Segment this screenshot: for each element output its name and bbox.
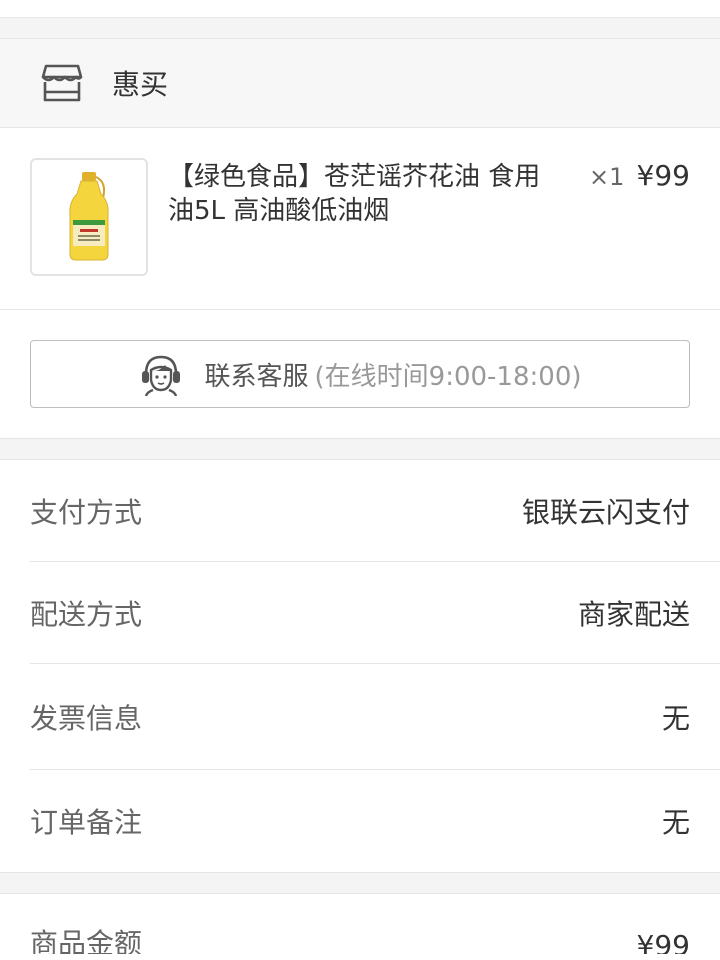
- product-item[interactable]: 【绿色食品】苍茫谣芥花油 食用油5L 高油酸低油烟 ×1 ¥99: [0, 128, 720, 310]
- delivery-method-label: 配送方式: [30, 598, 143, 631]
- customer-service-icon: [141, 355, 180, 396]
- invoice-info-row[interactable]: 发票信息 无: [0, 664, 720, 770]
- goods-amount-label: 商品金额: [30, 927, 143, 954]
- product-image[interactable]: [30, 158, 148, 276]
- payment-method-value: 银联云闪支付: [521, 496, 690, 529]
- order-note-label: 订单备注: [30, 806, 143, 839]
- delivery-method-row[interactable]: 配送方式 商家配送: [0, 562, 720, 664]
- store-icon: [41, 64, 83, 102]
- service-section: 联系客服 (在线时间9:00-18:00): [0, 310, 720, 439]
- payment-method-label: 支付方式: [30, 496, 143, 529]
- service-hours: (在线时间9:00-18:00): [314, 361, 582, 392]
- store-header[interactable]: 惠买: [0, 39, 720, 128]
- order-info-list: 支付方式 银联云闪支付 配送方式 商家配送 发票信息 无 订单备注 无: [0, 460, 720, 873]
- contact-service-button[interactable]: 联系客服 (在线时间9:00-18:00): [30, 340, 690, 408]
- payment-method-row[interactable]: 支付方式 银联云闪支付: [0, 460, 720, 562]
- store-name: 惠买: [112, 68, 169, 101]
- goods-amount-value: ¥99: [636, 929, 690, 954]
- order-note-value: 无: [661, 806, 690, 839]
- product-title[interactable]: 【绿色食品】苍茫谣芥花油 食用油5L 高油酸低油烟: [168, 160, 548, 228]
- order-note-row[interactable]: 订单备注 无: [0, 770, 720, 872]
- section-gap: [0, 439, 720, 460]
- invoice-info-label: 发票信息: [30, 702, 143, 735]
- previous-card-bottom: [0, 0, 720, 18]
- oil-bottle-image: [69, 172, 109, 261]
- contact-service-label: 联系客服: [204, 361, 309, 392]
- section-gap: [0, 18, 720, 39]
- goods-amount-row: 商品金额 ¥99: [0, 894, 720, 954]
- product-quantity: ×1: [589, 163, 625, 191]
- product-price: ¥99: [636, 159, 690, 192]
- invoice-info-value: 无: [661, 702, 690, 735]
- delivery-method-value: 商家配送: [577, 598, 690, 631]
- section-gap: [0, 873, 720, 894]
